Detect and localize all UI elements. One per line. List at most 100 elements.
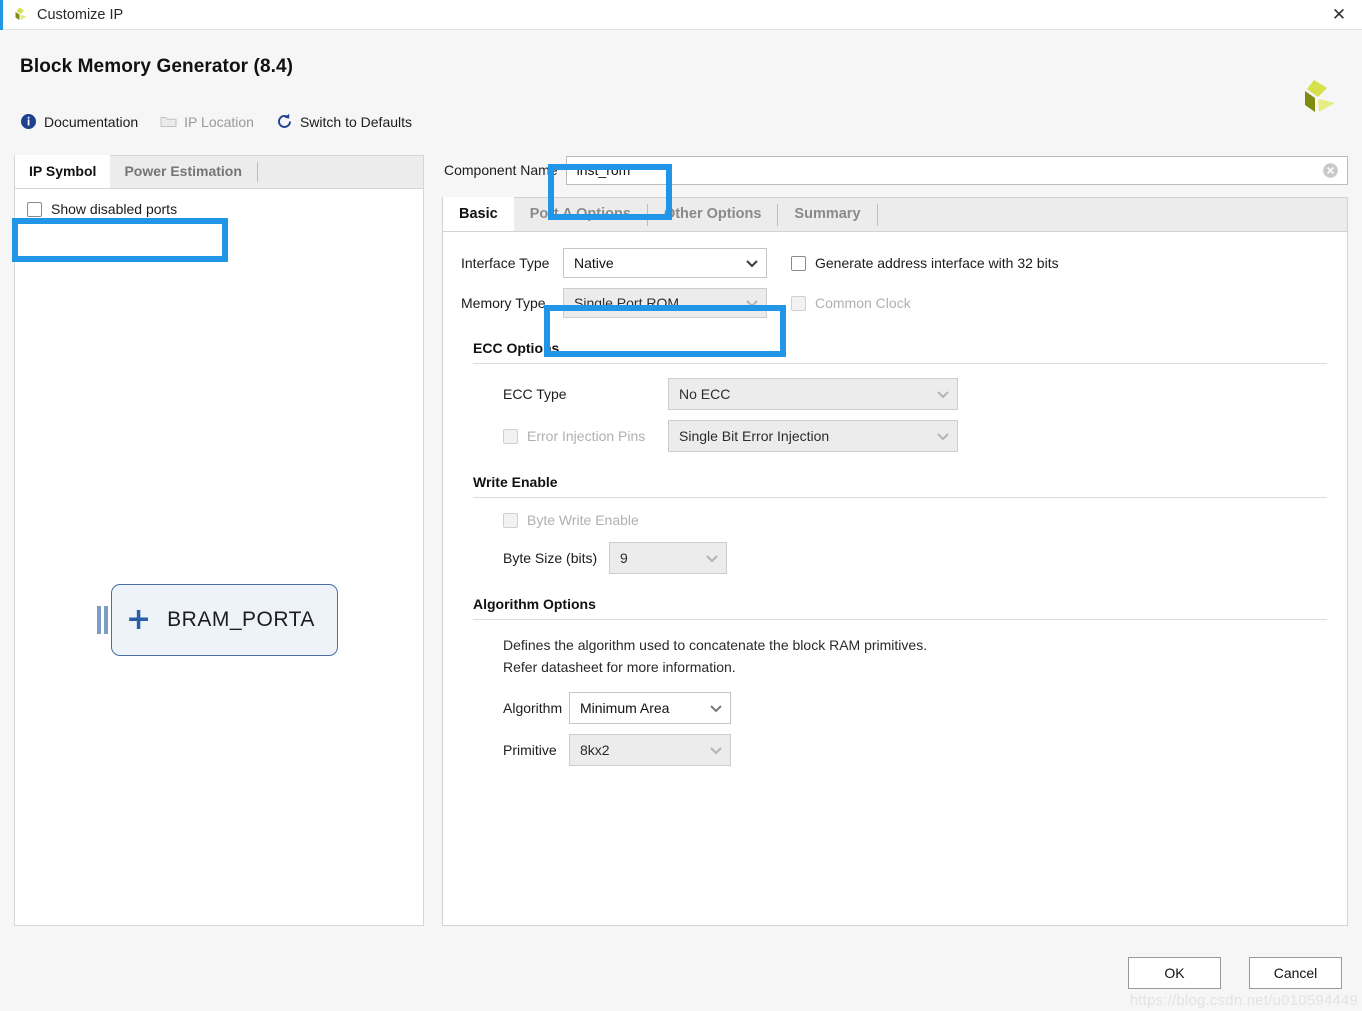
chevron-down-icon [709,742,723,758]
tab-power-estimation-label: Power Estimation [124,163,242,179]
write-enable-title: Write Enable [473,474,558,490]
xilinx-logo-icon [10,5,30,25]
memory-type-value: Single Port ROM [574,295,680,311]
tab-summary[interactable]: Summary [778,197,876,231]
section-divider [473,619,1327,620]
component-name-input[interactable] [574,161,1322,179]
cancel-button[interactable]: Cancel [1249,957,1342,989]
memory-type-label: Memory Type [461,295,546,311]
tab-ip-symbol-label: IP Symbol [29,163,97,179]
byte-write-enable-checkbox: Byte Write Enable [503,512,639,528]
chevron-down-icon [745,295,759,311]
tab-port-a-options[interactable]: Port A Options [514,197,647,231]
byte-write-enable-row: Byte Write Enable [503,512,1327,528]
bram-porta-symbol[interactable]: + BRAM_PORTA [97,584,338,656]
interface-type-row: Interface Type Native Generate address i… [461,248,1327,278]
memory-type-row: Memory Type Single Port ROM Common Clock [461,288,1327,318]
tab-other-options[interactable]: Other Options [648,197,777,231]
checkbox-box [503,512,518,528]
ecc-type-label: ECC Type [503,386,567,402]
folder-icon [160,113,177,130]
dialog-header: Block Memory Generator (8.4) Documentati… [0,30,1362,155]
switch-to-defaults-label: Switch to Defaults [299,113,413,130]
tab-other-options-label: Other Options [663,206,762,222]
refresh-icon [276,113,293,130]
chevron-down-icon [705,550,719,566]
tab-ip-symbol[interactable]: IP Symbol [15,155,111,188]
ok-button[interactable]: OK [1128,957,1221,989]
show-disabled-ports-checkbox[interactable]: Show disabled ports [15,189,177,217]
watermark: https://blog.csdn.net/u010594449 [1129,992,1358,1009]
algorithm-value: Minimum Area [580,700,670,716]
documentation-link[interactable]: Documentation [20,113,138,130]
algorithm-label: Algorithm [503,700,563,716]
options-tabbar: Basic Port A Options Other Options Summa… [442,197,1348,231]
window-title: Customize IP [37,6,124,23]
interface-type-select[interactable]: Native [563,248,767,278]
component-name-field[interactable] [565,155,1348,185]
byte-size-select[interactable]: 9 [609,542,727,574]
primitive-value: 8kx2 [580,742,610,758]
generate-address-interface-checkbox[interactable]: Generate address interface with 32 bits [791,255,1059,271]
switch-to-defaults-link[interactable]: Switch to Defaults [276,113,412,130]
dialog-footer: OK Cancel [1128,957,1342,989]
checkbox-box [27,201,42,217]
interface-type-label: Interface Type [461,255,550,271]
memory-type-select[interactable]: Single Port ROM [563,288,767,318]
common-clock-label: Common Clock [815,295,911,311]
tab-summary-label: Summary [794,206,861,222]
algorithm-description-line1: Defines the algorithm used to concatenat… [503,637,928,653]
header-actions: Documentation IP Location Switch to Defa… [20,113,1362,130]
error-injection-type-select[interactable]: Single Bit Error Injection [668,420,958,452]
error-injection-type-value: Single Bit Error Injection [679,428,830,444]
clear-icon[interactable] [1322,162,1339,179]
algorithm-description-line2: Refer datasheet for more information. [503,659,736,675]
ecc-type-value: No ECC [679,386,731,402]
byte-size-label: Byte Size (bits) [503,550,598,566]
ip-location-link[interactable]: IP Location [160,113,254,130]
chevron-down-icon [936,386,950,402]
ip-location-label: IP Location [184,113,254,130]
byte-size-row: Byte Size (bits) 9 [503,542,1327,574]
dialog-body: IP Symbol Power Estimation Show disabled… [0,155,1362,926]
algorithm-row: Algorithm Minimum Area [503,692,1327,724]
error-injection-pins-checkbox: Error Injection Pins [503,428,668,444]
ecc-options-title: ECC Options [473,340,560,356]
section-divider [473,497,1327,498]
byte-size-value: 9 [620,550,628,566]
algorithm-options-title: Algorithm Options [473,596,596,612]
primitive-select[interactable]: 8kx2 [569,734,731,766]
basic-tab-content: Interface Type Native Generate address i… [442,231,1348,926]
symbol-canvas: Show disabled ports + BRAM_PORTA [14,188,424,926]
component-name-label: Component Name [444,162,558,178]
primitive-row: Primitive 8kx2 [503,734,1327,766]
algorithm-select[interactable]: Minimum Area [569,692,731,724]
documentation-label: Documentation [44,113,139,130]
tab-power-estimation[interactable]: Power Estimation [110,155,255,188]
info-icon [20,113,37,130]
bus-pins-icon [97,606,108,634]
component-name-row: Component Name [442,155,1348,185]
tabbar-divider [256,162,258,182]
tab-basic[interactable]: Basic [443,197,514,231]
show-disabled-ports-label: Show disabled ports [51,201,178,217]
bram-porta-block[interactable]: + BRAM_PORTA [111,584,338,656]
options-tab-divider [876,203,878,226]
checkbox-box [791,255,806,271]
byte-write-enable-label: Byte Write Enable [527,512,639,528]
error-injection-pins-row: Error Injection Pins Single Bit Error In… [503,420,1327,452]
window-left-accent [0,0,3,30]
plus-icon[interactable]: + [126,605,151,635]
ecc-type-row: ECC Type No ECC [503,378,1327,410]
window-titlebar: Customize IP ✕ [0,0,1362,30]
chevron-down-icon [745,255,759,271]
xilinx-logo-icon [1294,76,1338,118]
close-icon[interactable]: ✕ [1316,0,1362,30]
checkbox-box [791,295,806,311]
ecc-type-select[interactable]: No ECC [668,378,958,410]
ip-symbol-panel: IP Symbol Power Estimation Show disabled… [14,155,424,926]
left-tabbar: IP Symbol Power Estimation [14,155,424,188]
options-panel: Component Name Basic Port A Options [442,155,1348,926]
tab-basic-label: Basic [459,206,498,222]
generate-address-interface-label: Generate address interface with 32 bits [815,255,1059,271]
